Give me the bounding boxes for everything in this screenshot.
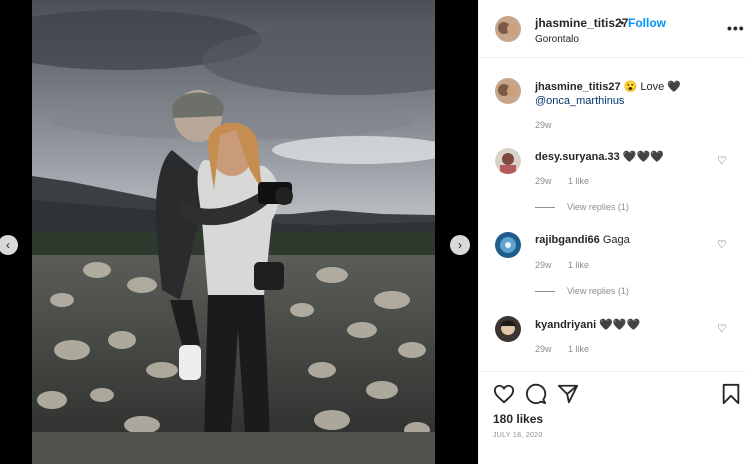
comment-time: 29w bbox=[535, 260, 552, 270]
replies-divider bbox=[535, 207, 555, 209]
author-avatar[interactable] bbox=[495, 16, 521, 42]
share-icon[interactable] bbox=[557, 383, 579, 410]
caption-body: 😮 Love 🖤 bbox=[623, 81, 682, 93]
view-replies-button[interactable]: View replies (1) bbox=[535, 202, 629, 212]
chevron-right-icon: › bbox=[458, 238, 462, 252]
like-comment-heart-icon[interactable]: ♡ bbox=[717, 154, 727, 167]
more-options-icon[interactable]: ••• bbox=[727, 20, 745, 36]
comment-username[interactable]: rajibgandi66 bbox=[535, 234, 600, 246]
comment-text: desy.suryana.33 🖤🖤🖤 bbox=[535, 150, 664, 163]
comment-likes[interactable]: 1 like bbox=[568, 260, 589, 270]
comment-username[interactable]: desy.suryana.33 bbox=[535, 151, 620, 163]
media-pane: ‹ › bbox=[0, 0, 478, 464]
next-photo-button[interactable]: › bbox=[450, 235, 470, 255]
follow-button[interactable]: Follow bbox=[628, 16, 666, 30]
post-header: jhasmine_titis27 • Follow Gorontalo ••• bbox=[479, 0, 745, 58]
like-comment-heart-icon[interactable]: ♡ bbox=[717, 322, 727, 335]
separator-dot: • bbox=[620, 16, 625, 30]
caption-avatar[interactable] bbox=[495, 78, 521, 104]
view-replies-label: View replies (1) bbox=[567, 202, 629, 212]
comment-meta: 29w 1 like bbox=[535, 260, 603, 270]
likes-count[interactable]: 180 likes bbox=[493, 412, 543, 426]
comment-username[interactable]: kyandriyani bbox=[535, 319, 596, 331]
comment-meta: 29w 1 like bbox=[535, 176, 603, 186]
chevron-left-icon: ‹ bbox=[6, 238, 10, 252]
post-photo[interactable] bbox=[32, 0, 435, 464]
comment-body: 🖤🖤🖤 bbox=[622, 151, 664, 163]
like-comment-heart-icon[interactable]: ♡ bbox=[717, 238, 727, 251]
commenter-avatar[interactable] bbox=[495, 316, 521, 342]
comment-time: 29w bbox=[535, 176, 552, 186]
view-replies-button[interactable]: View replies (1) bbox=[535, 286, 629, 296]
comment-likes[interactable]: 1 like bbox=[568, 176, 589, 186]
post-action-bar: 180 likes JULY 18, 2020 bbox=[479, 371, 745, 464]
commenter-avatar[interactable] bbox=[495, 148, 521, 174]
post-date: JULY 18, 2020 bbox=[493, 432, 543, 439]
post-side-panel: jhasmine_titis27 • Follow Gorontalo ••• … bbox=[478, 0, 745, 464]
caption-time: 29w bbox=[535, 120, 552, 130]
bookmark-icon[interactable] bbox=[721, 383, 741, 410]
author-username[interactable]: jhasmine_titis27 bbox=[535, 16, 628, 30]
comment-meta: 29w 1 like bbox=[535, 344, 603, 354]
comment-likes[interactable]: 1 like bbox=[568, 344, 589, 354]
comment-body: Gaga bbox=[602, 234, 630, 246]
comment-text: kyandriyani 🖤🖤🖤 bbox=[535, 318, 640, 331]
comment-icon[interactable] bbox=[525, 383, 547, 410]
caption-username[interactable]: jhasmine_titis27 bbox=[535, 81, 621, 93]
replies-divider bbox=[535, 291, 555, 293]
previous-photo-button[interactable]: ‹ bbox=[0, 235, 18, 255]
commenter-avatar[interactable] bbox=[495, 232, 521, 258]
post-location[interactable]: Gorontalo bbox=[535, 34, 579, 45]
photo-image bbox=[32, 0, 435, 464]
comment-body: 🖤🖤🖤 bbox=[599, 319, 641, 331]
caption-mention[interactable]: @onca_marthinus bbox=[535, 95, 624, 107]
heart-icon[interactable] bbox=[493, 383, 515, 410]
comment-text: rajibgandi66 Gaga bbox=[535, 234, 630, 246]
comment-time: 29w bbox=[535, 344, 552, 354]
view-replies-label: View replies (1) bbox=[567, 286, 629, 296]
caption-text: jhasmine_titis27 😮 Love 🖤 bbox=[535, 80, 681, 93]
